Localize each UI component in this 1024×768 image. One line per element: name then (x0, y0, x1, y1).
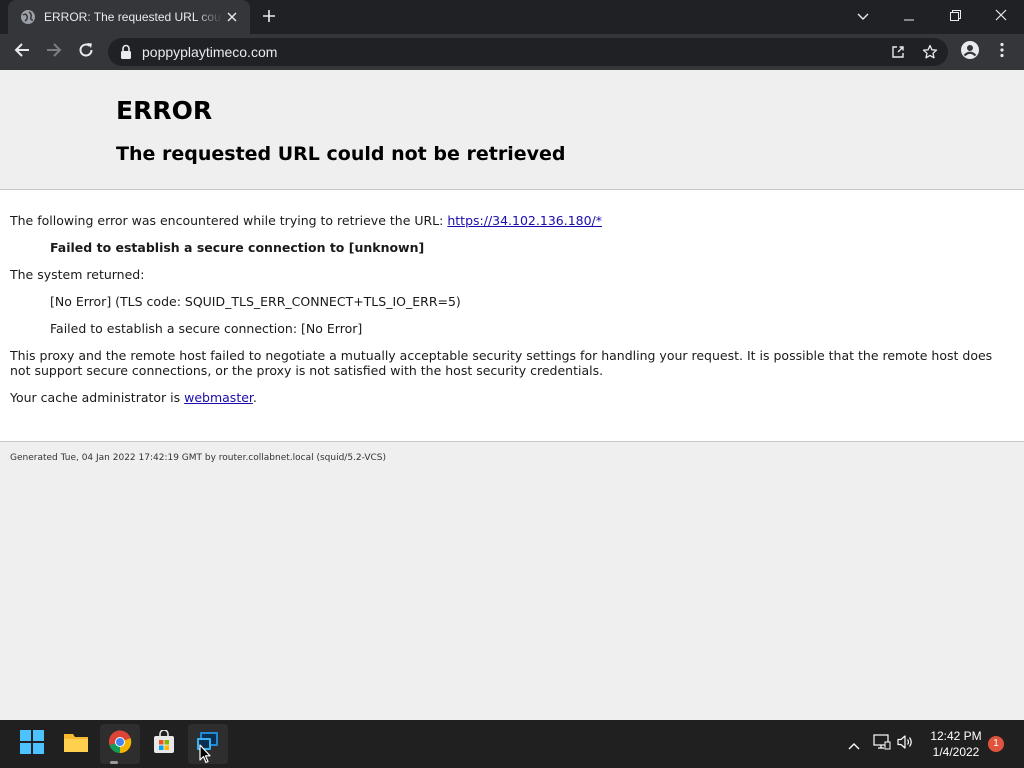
forward-arrow-icon (46, 42, 62, 62)
encounter-text: The following error was encountered whil… (10, 213, 448, 228)
volume-icon (897, 734, 915, 754)
windows-start-icon (20, 730, 44, 758)
clock-date: 1/4/2022 (932, 745, 980, 759)
close-icon (995, 6, 1007, 25)
web-page: ERROR The requested URL could not be ret… (0, 70, 1024, 720)
encounter-paragraph: The following error was encountered whil… (10, 213, 1000, 228)
tab-title: ERROR: The requested URL could not be re… (44, 10, 222, 24)
plus-icon (262, 8, 276, 27)
address-bar[interactable]: poppyplaytimeco.com (108, 38, 948, 66)
chevron-down-icon (857, 6, 869, 25)
reload-button[interactable] (72, 38, 100, 66)
error-heading: ERROR (116, 96, 213, 125)
menu-dots-icon (1000, 42, 1004, 62)
volume-button[interactable] (896, 732, 916, 756)
error-content: The following error was encountered whil… (0, 190, 1024, 442)
minimize-button[interactable] (886, 0, 932, 30)
error-subheading: The requested URL could not be retrieved (116, 143, 566, 165)
reload-icon (78, 42, 94, 62)
back-button[interactable] (8, 38, 36, 66)
share-icon[interactable] (888, 42, 908, 62)
close-window-button[interactable] (978, 0, 1024, 30)
restore-button[interactable] (932, 0, 978, 30)
store-icon (152, 729, 176, 758)
tls-code-line: [No Error] (TLS code: SQUID_TLS_ERR_CONN… (50, 294, 461, 309)
back-arrow-icon (14, 42, 30, 62)
tab-strip: ERROR: The requested URL could not be re… (0, 0, 1024, 34)
profile-icon (961, 41, 979, 63)
error-header: ERROR The requested URL could not be ret… (0, 70, 1024, 190)
chrome-running-indicator (110, 761, 118, 764)
failure-line: Failed to establish a secure connection … (50, 240, 425, 255)
minimize-icon (904, 6, 914, 25)
file-explorer-button[interactable] (56, 724, 96, 764)
webmaster-link[interactable]: webmaster (184, 390, 253, 405)
mouse-cursor-icon (199, 744, 211, 764)
star-icon[interactable] (920, 42, 940, 62)
taskbar-clock[interactable]: 12:42 PM 1/4/2022 (920, 728, 992, 760)
restore-icon (949, 6, 961, 25)
chevron-up-icon (848, 735, 860, 754)
store-button[interactable] (144, 724, 184, 764)
notification-badge[interactable]: 1 (988, 736, 1004, 752)
globe-icon (20, 9, 36, 25)
tab-search-button[interactable] (840, 0, 886, 30)
clock-time: 12:42 PM (930, 729, 982, 743)
cache-admin-suffix: . (252, 390, 257, 405)
chrome-icon (108, 730, 132, 758)
tab-close-icon[interactable] (224, 9, 240, 25)
page-footer: Generated Tue, 04 Jan 2022 17:42:19 GMT … (10, 453, 387, 463)
network-icon (873, 734, 891, 754)
browser-menu-button[interactable] (988, 38, 1016, 66)
explanation-paragraph: This proxy and the remote host failed to… (10, 348, 993, 378)
cache-admin-paragraph: Your cache administrator is webmaster. (10, 390, 1000, 405)
new-tab-button[interactable] (258, 6, 280, 28)
taskbar: 12:42 PM 1/4/2022 (0, 720, 1024, 768)
show-hidden-icons-button[interactable] (844, 732, 864, 756)
chrome-taskbar-button[interactable] (100, 724, 140, 764)
browser-tab-active[interactable]: ERROR: The requested URL could not be re… (8, 0, 250, 34)
browser-toolbar: poppyplaytimeco.com (0, 34, 1024, 70)
cache-admin-prefix: Your cache administrator is (10, 390, 185, 405)
url-text[interactable]: poppyplaytimeco.com (142, 38, 277, 66)
forward-button[interactable] (40, 38, 68, 66)
encounter-url-link[interactable]: https://34.102.136.180/* (447, 213, 602, 228)
start-button[interactable] (12, 724, 52, 764)
file-explorer-icon (63, 731, 89, 757)
network-button[interactable] (872, 732, 892, 756)
profile-button[interactable] (956, 38, 984, 66)
lock-icon[interactable] (120, 44, 132, 60)
secure-connection-line: Failed to establish a secure connection:… (50, 321, 363, 336)
system-returned-label: The system returned: (10, 267, 145, 282)
